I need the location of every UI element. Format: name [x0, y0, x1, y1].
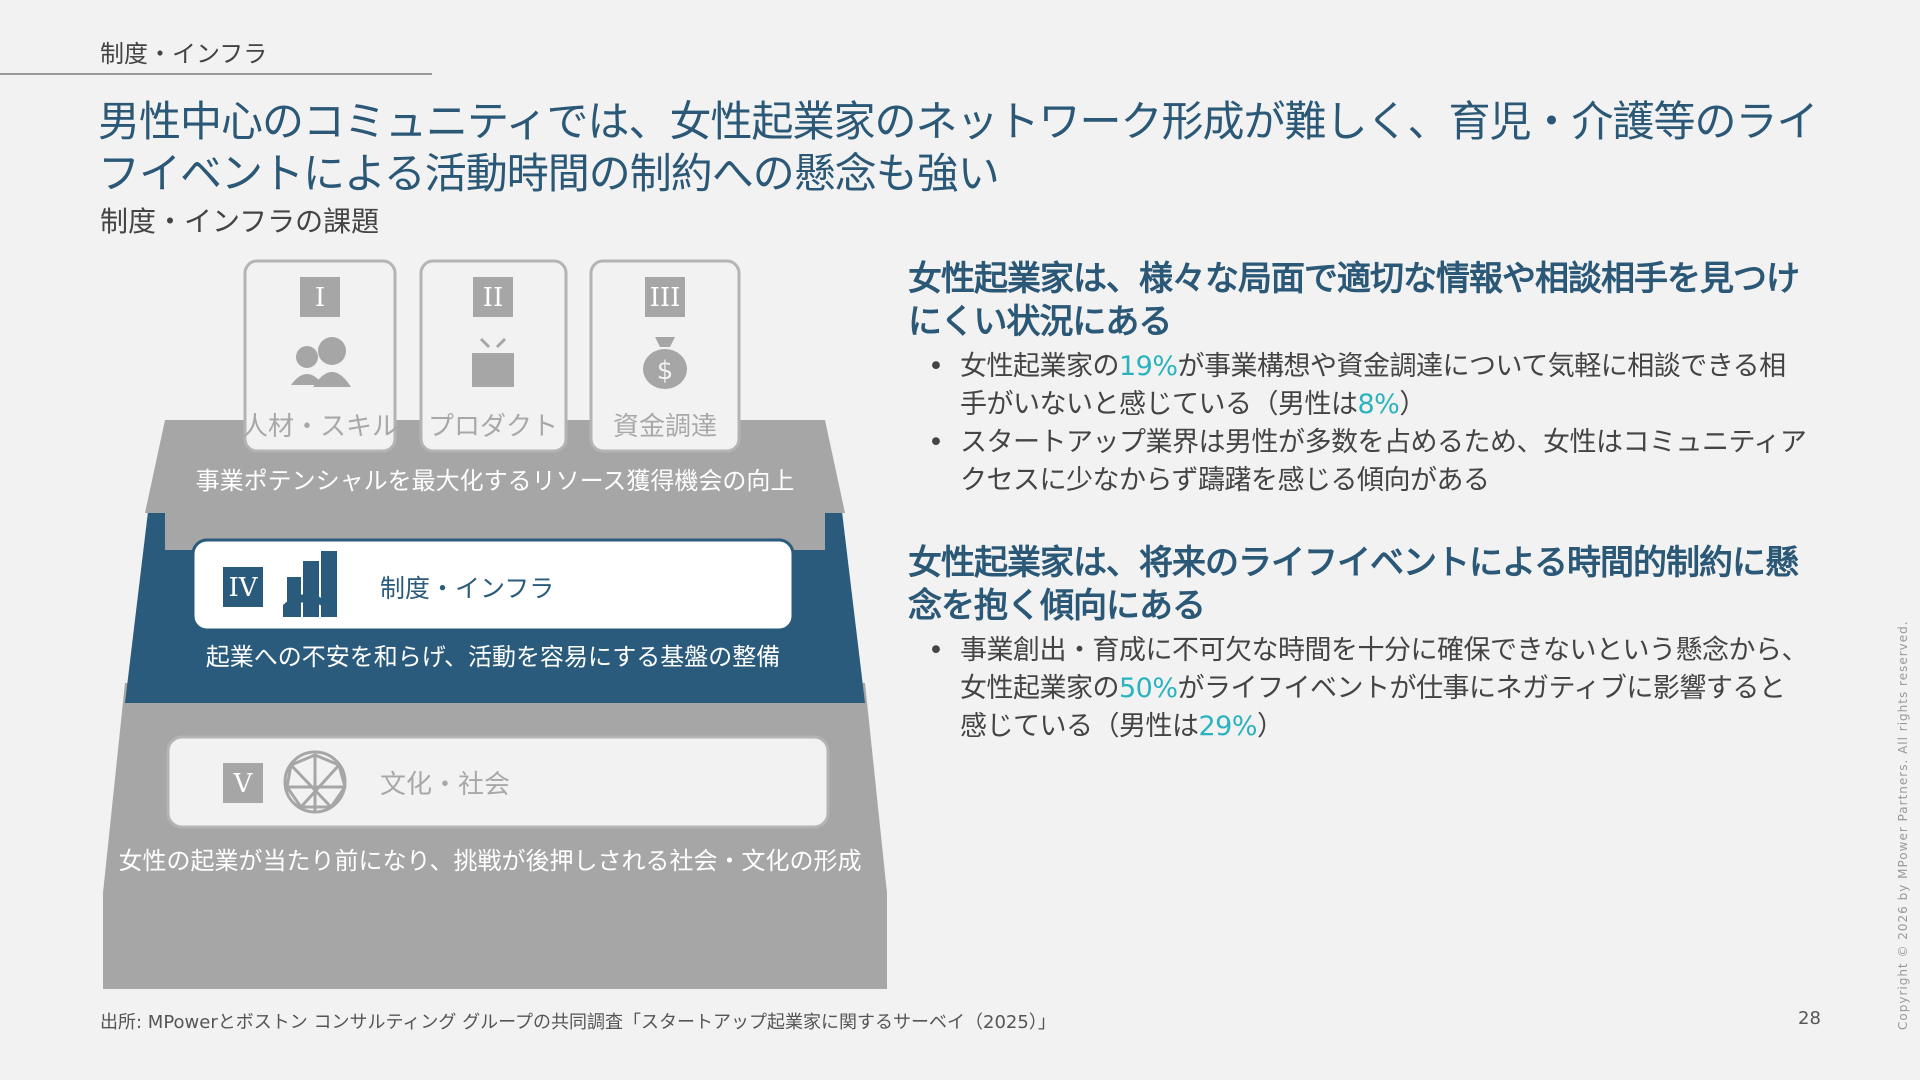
- finding-bullets: 女性起業家の19%が事業構想や資金調達について気軽に相談できる相手がいないと感じ…: [908, 348, 1808, 500]
- card-product: II プロダクト: [419, 259, 568, 453]
- card-human-resources: I 人材・スキル: [242, 259, 398, 453]
- card-funding: III $ 資金調達: [589, 259, 741, 453]
- findings-panel: 女性起業家は、様々な局面で適切な情報や相談相手を見つけにくい状況にある 女性起業…: [908, 258, 1809, 746]
- finding-bullet: 女性起業家の19%が事業構想や資金調達について気軽に相談できる相手がいないと感じ…: [908, 348, 1808, 424]
- tier-top-text: 事業ポテンシャルを最大化するリソース獲得機会の向上: [196, 467, 795, 495]
- page-title: 男性中心のコミュニティでは、女性起業家のネットワーク形成が難しく、育児・介護等の…: [98, 97, 1818, 198]
- card-culture-society: V 文化・社会: [166, 735, 830, 829]
- finding-heading: 女性起業家は、様々な局面で適切な情報や相談相手を見つけにくい状況にある: [908, 259, 1800, 342]
- highlight-stat: 50%: [1119, 673, 1178, 704]
- finding-bullet: スタートアップ業界は男性が多数を占めるため、女性はコミュニティアクセスに少なから…: [908, 424, 1808, 500]
- card-label: 文化・社会: [380, 770, 510, 800]
- card-numeral: V: [233, 769, 254, 799]
- page-subtitle: 制度・インフラの課題: [100, 205, 380, 238]
- highlight-stat: 29%: [1198, 711, 1258, 742]
- svg-text:$: $: [657, 356, 674, 386]
- card-numeral: I: [315, 283, 325, 313]
- finding-block-1: 女性起業家は、様々な局面で適切な情報や相談相手を見つけにくい状況にある 女性起業…: [908, 258, 1808, 500]
- card-infrastructure: IV 制度・インフラ: [191, 538, 795, 632]
- card-numeral: III: [650, 283, 681, 313]
- finding-block-2: 女性起業家は、将来のライフイベントによる時間的制約に懸念を抱く傾向にある 事業創…: [908, 542, 1809, 746]
- copyright-notice: Copyright © 2026 by MPower Partners. All…: [1896, 620, 1910, 1030]
- finding-bullet: 事業創出・育成に不可欠な時間を十分に確保できないという懸念から、女性起業家の50…: [908, 632, 1809, 746]
- source-note: 出所: MPowerとボストン コンサルティング グループの共同調査「スタートア…: [100, 1012, 1056, 1033]
- highlight-stat: 19%: [1119, 351, 1178, 382]
- finding-heading: 女性起業家は、将来のライフイベントによる時間的制約に懸念を抱く傾向にある: [908, 543, 1799, 626]
- card-label: 制度・インフラ: [380, 574, 554, 603]
- pillar-diagram: I 人材・スキル II プロダクト III $ 資金調達 事業ポテンシャルを最大…: [103, 259, 887, 989]
- section-label: 制度・インフラ: [100, 40, 268, 68]
- section-divider: [0, 73, 432, 75]
- tier-middle-text: 起業への不安を和らげ、活動を容易にする基盤の整備: [206, 643, 781, 671]
- card-numeral: II: [483, 283, 504, 313]
- finding-bullets: 事業創出・育成に不可欠な時間を十分に確保できないという懸念から、女性起業家の50…: [908, 632, 1809, 746]
- card-label: プロダクト: [428, 412, 558, 442]
- card-numeral: IV: [228, 573, 258, 603]
- highlight-stat: 8%: [1357, 389, 1400, 420]
- page-number: 28: [1798, 1008, 1821, 1029]
- card-label: 資金調達: [613, 412, 717, 442]
- base-block: [103, 893, 887, 989]
- card-label: 人材・スキル: [242, 412, 398, 442]
- tier-bottom-text: 女性の起業が当たり前になり、挑戦が後押しされる社会・文化の形成: [118, 847, 861, 875]
